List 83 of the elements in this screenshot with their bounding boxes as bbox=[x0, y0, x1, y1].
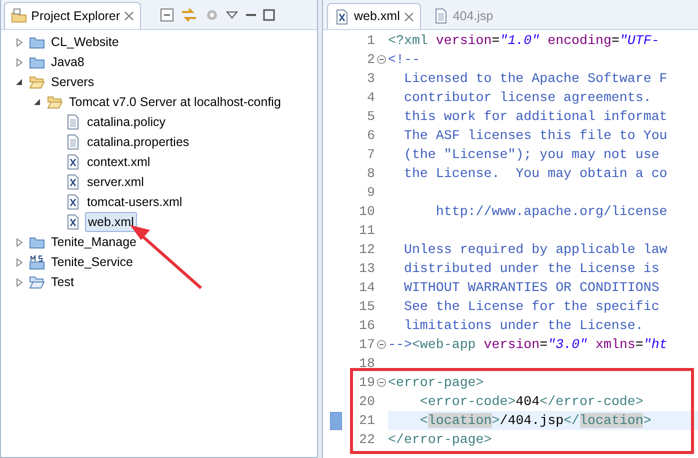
line-number: 8 bbox=[366, 165, 375, 183]
line-number: 11 bbox=[358, 222, 375, 240]
code-line: The ASF licenses this file to You bbox=[402, 127, 668, 145]
tree-item[interactable]: tomcat-users.xml bbox=[85, 192, 184, 212]
line-number: 4 bbox=[366, 89, 375, 107]
tree-item[interactable]: server.xml bbox=[85, 172, 146, 192]
code-line: Licensed to the Apache Software F bbox=[402, 70, 668, 88]
collapsed-arrow-icon[interactable] bbox=[16, 58, 22, 66]
fold-icon[interactable] bbox=[377, 55, 386, 64]
line-number: 6 bbox=[366, 127, 375, 145]
code-line: --><web-app version="3.0" xmlns="ht bbox=[388, 336, 668, 354]
xml-file-icon bbox=[65, 174, 81, 190]
collapse-all-icon[interactable] bbox=[160, 8, 174, 22]
service-project-icon bbox=[29, 254, 45, 270]
line-number: 2 bbox=[366, 51, 375, 69]
line-number: 5 bbox=[366, 108, 375, 126]
tree-item[interactable]: Tomcat v7.0 Server at localhost-config bbox=[67, 92, 283, 112]
line-number: 18 bbox=[358, 355, 375, 373]
line-number: 22 bbox=[358, 431, 375, 449]
collapsed-arrow-icon[interactable] bbox=[16, 278, 22, 286]
collapsed-arrow-icon[interactable] bbox=[16, 258, 22, 266]
maximize-icon[interactable] bbox=[262, 8, 275, 20]
xml-file-icon bbox=[65, 154, 81, 170]
tree-item[interactable]: web.xml bbox=[85, 212, 137, 232]
line-number: 20 bbox=[358, 393, 375, 411]
xml-file-icon bbox=[334, 8, 350, 24]
tree-item[interactable]: Test bbox=[49, 272, 76, 292]
collapsed-arrow-icon[interactable] bbox=[16, 238, 22, 246]
line-number: 12 bbox=[358, 241, 375, 259]
line-number: 19 bbox=[358, 374, 375, 392]
open-folder-icon bbox=[47, 94, 63, 110]
tree-item[interactable]: Java8 bbox=[49, 52, 86, 72]
expanded-arrow-icon[interactable] bbox=[15, 78, 23, 86]
fold-icon[interactable] bbox=[377, 340, 386, 349]
open-folder-icon bbox=[29, 74, 45, 90]
expanded-arrow-icon[interactable] bbox=[33, 98, 41, 106]
view-menu-icon[interactable] bbox=[226, 10, 238, 20]
tree-item[interactable]: Tenite_Service bbox=[49, 252, 135, 272]
line-marker-icon bbox=[330, 412, 342, 430]
line-number: 13 bbox=[358, 260, 375, 278]
xml-file-icon bbox=[65, 214, 81, 230]
close-icon[interactable] bbox=[124, 11, 134, 21]
code-line: (the "License"); you may not use bbox=[402, 146, 660, 164]
line-number: 10 bbox=[358, 203, 375, 221]
tree-item[interactable]: catalina.policy bbox=[85, 112, 168, 132]
code-line: Unless required by applicable law bbox=[402, 241, 668, 259]
file-icon bbox=[432, 8, 449, 24]
code-line: WITHOUT WARRANTIES OR CONDITIONS bbox=[402, 279, 660, 297]
code-line: this work for additional informat bbox=[402, 108, 668, 126]
close-icon[interactable] bbox=[404, 12, 414, 22]
line-number: 15 bbox=[358, 298, 375, 316]
code-line: <error-code>404</error-code> bbox=[418, 393, 644, 411]
code-line: the License. You may obtain a co bbox=[402, 165, 668, 183]
code-line: contributor license agreements. bbox=[402, 89, 652, 107]
editor-tab[interactable]: web.xml bbox=[327, 3, 421, 29]
tree-item[interactable]: Tenite_Manage bbox=[49, 232, 138, 252]
code-line: limitations under the License. bbox=[402, 317, 644, 335]
line-number: 1 bbox=[366, 32, 375, 50]
code-line: See the License for the specific bbox=[402, 298, 660, 316]
code-line: <error-page> bbox=[388, 374, 485, 392]
tree-item[interactable]: context.xml bbox=[85, 152, 152, 172]
tree-item[interactable]: catalina.properties bbox=[85, 132, 192, 152]
line-number: 21 bbox=[358, 412, 375, 430]
line-number: 7 bbox=[366, 146, 375, 164]
line-number: 9 bbox=[366, 184, 375, 202]
code-line: <!-- bbox=[388, 51, 421, 69]
explorer-icon bbox=[11, 8, 28, 24]
line-number: 17 bbox=[358, 336, 375, 354]
collapsed-arrow-icon[interactable] bbox=[16, 38, 22, 46]
code-line: distributed under the License is bbox=[402, 260, 660, 278]
file-icon bbox=[65, 114, 81, 130]
line-number: 14 bbox=[358, 279, 375, 297]
tree-item[interactable]: Servers bbox=[49, 72, 96, 92]
tree-item[interactable]: CL_Website bbox=[49, 32, 121, 52]
xml-file-icon bbox=[65, 194, 81, 210]
line-number: 16 bbox=[358, 317, 375, 335]
code-line: </error-page> bbox=[388, 431, 493, 449]
code-line: <?xml version="1.0" encoding="UTF- bbox=[388, 32, 660, 50]
fold-icon[interactable] bbox=[377, 378, 386, 387]
file-icon bbox=[65, 134, 81, 150]
line-number: 3 bbox=[366, 70, 375, 88]
open-folder-icon bbox=[29, 274, 45, 290]
code-line: http://www.apache.org/license bbox=[434, 203, 668, 221]
